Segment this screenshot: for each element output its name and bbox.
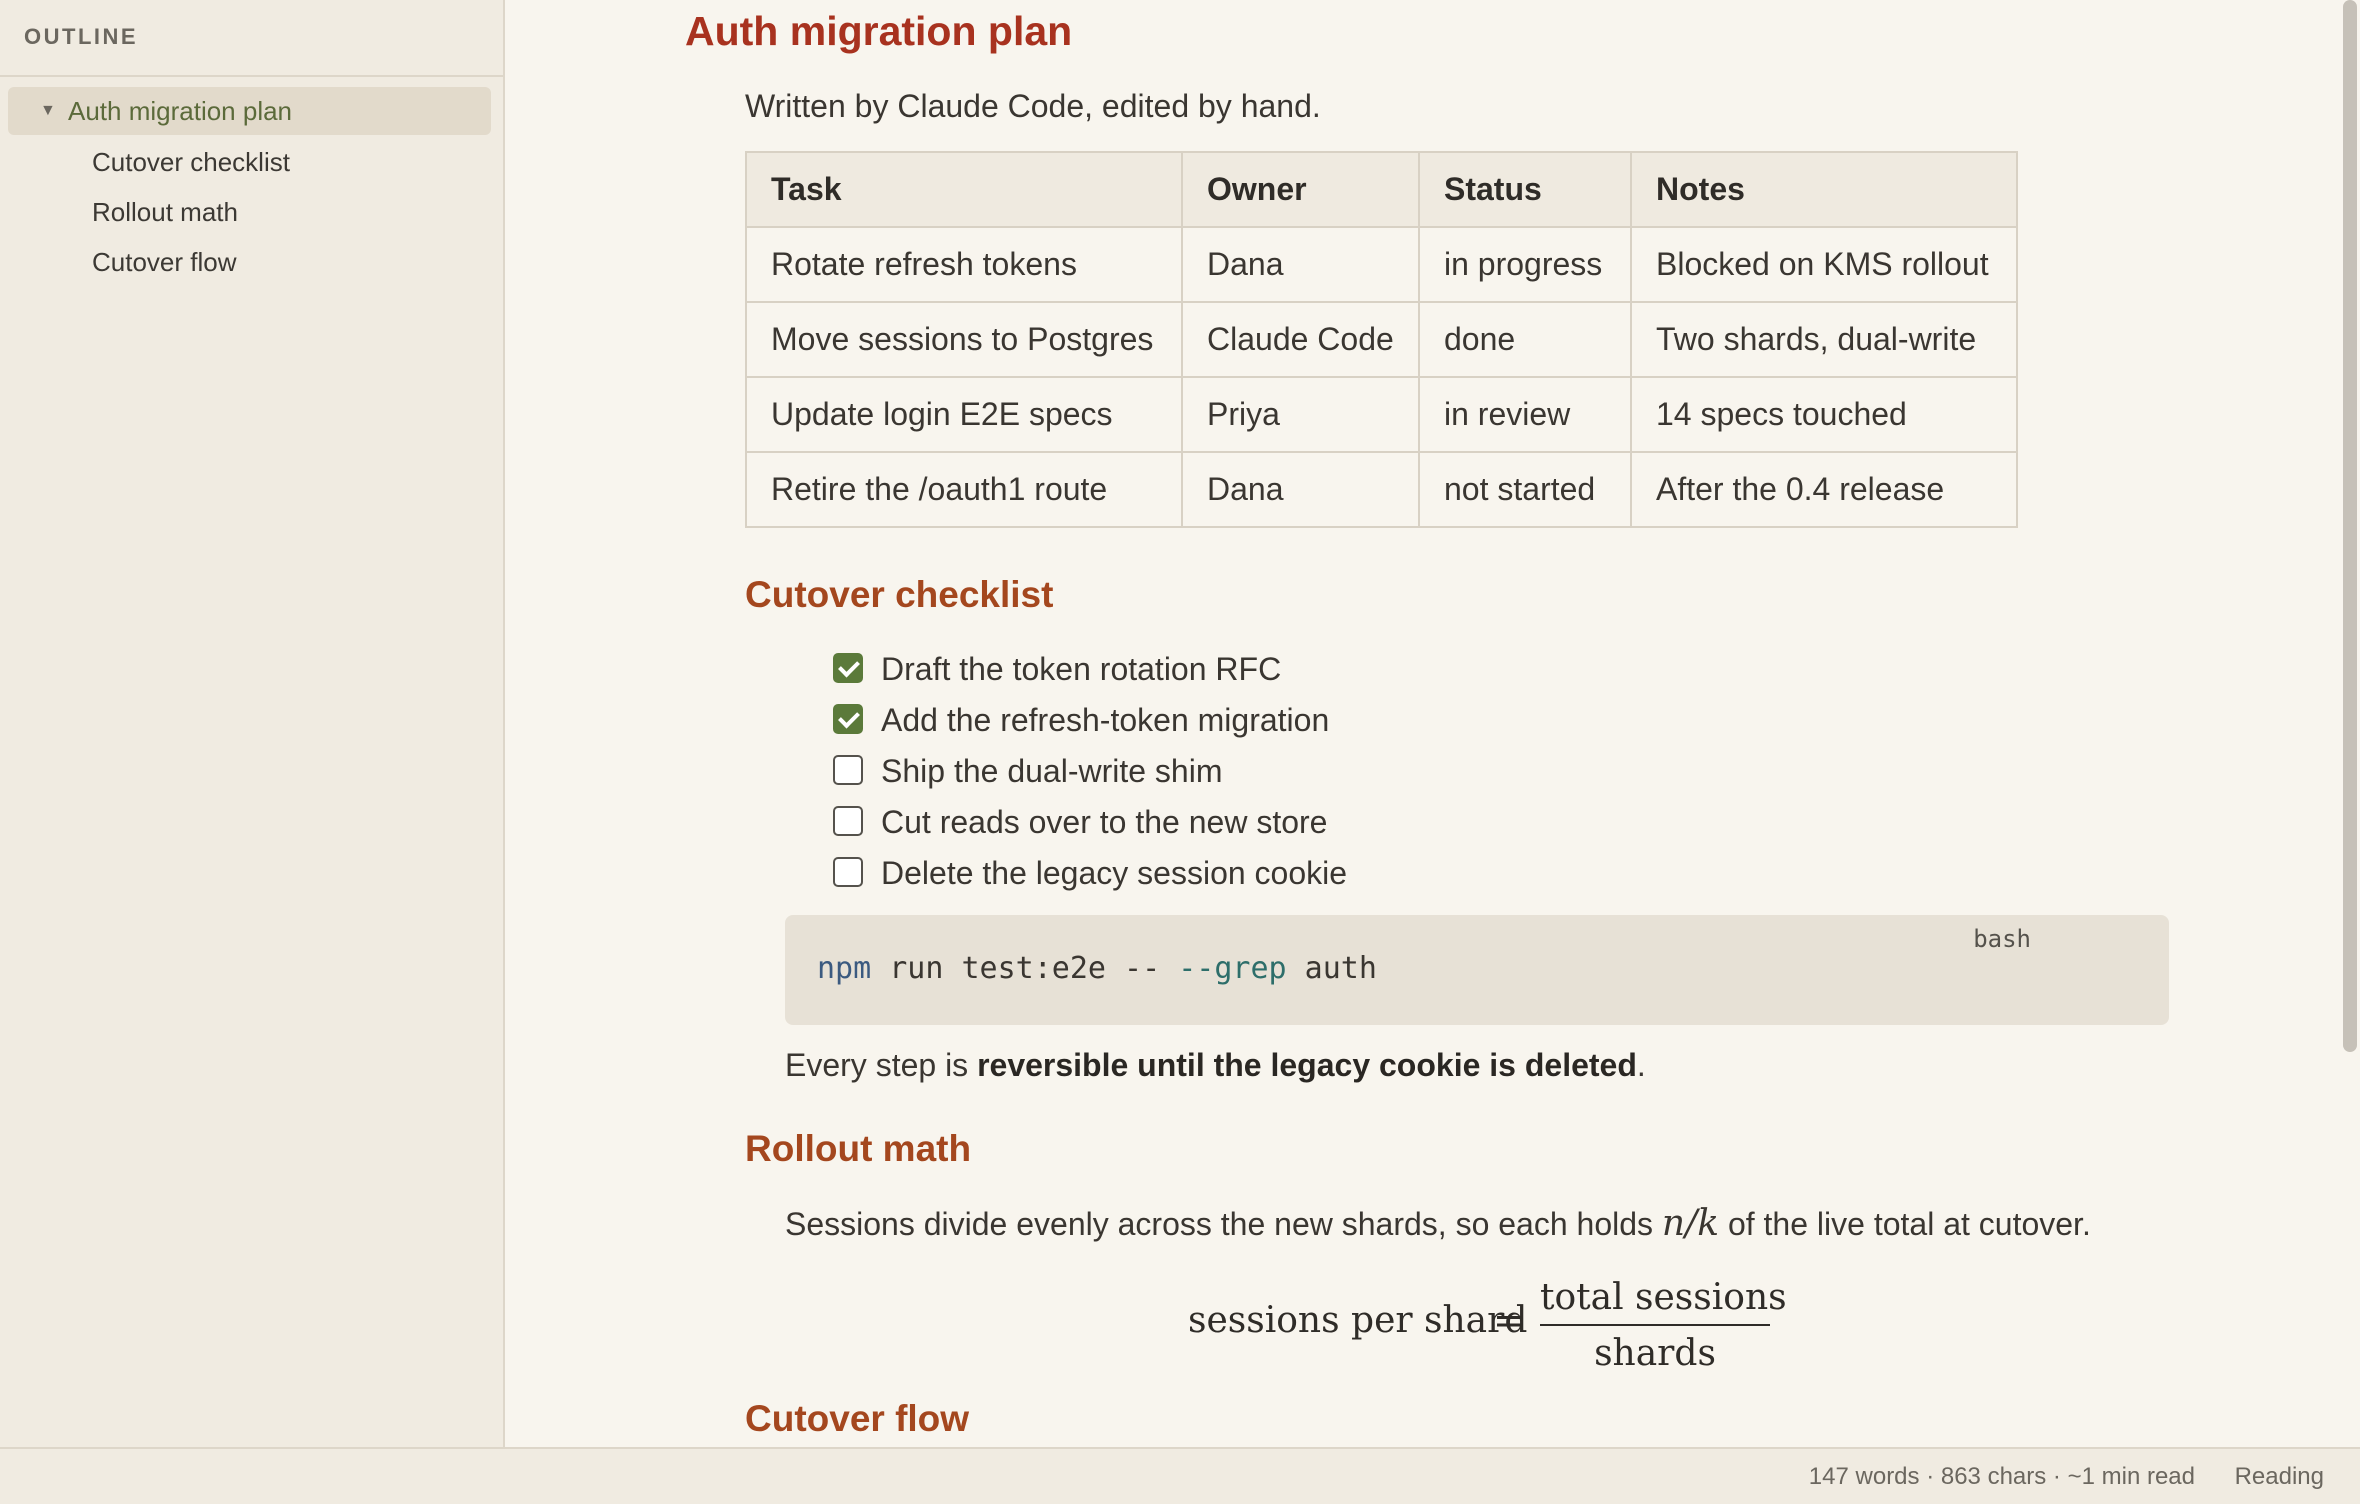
reversible-paragraph: Every step is reversible until the legac… <box>785 1047 1646 1084</box>
checkbox[interactable] <box>833 806 863 836</box>
checklist-item-label: Delete the legacy session cookie <box>881 855 1348 891</box>
equation-fraction: total sessions shards <box>1540 1275 1787 1377</box>
table-row: Rotate refresh tokens Dana in progress B… <box>745 226 2018 303</box>
heading-cutover-checklist: Cutover checklist <box>745 574 1054 615</box>
paragraph-text: . <box>1636 1047 1646 1083</box>
code-args: run test:e2e -- <box>871 951 1179 986</box>
code-args: auth <box>1286 951 1377 986</box>
table-cell: not started <box>1418 451 1632 528</box>
table-header-cell: Status <box>1418 151 1632 228</box>
code-line: npm run test:e2e -- --grep auth <box>817 951 1377 986</box>
table-header-cell: Notes <box>1630 151 2018 228</box>
table-cell: done <box>1418 301 1632 378</box>
code-block[interactable]: bash npm run test:e2e -- --grep auth <box>785 915 2169 1025</box>
caret-down-icon[interactable]: ▼ <box>40 87 56 135</box>
outline-item-label: Rollout math <box>92 197 238 227</box>
outline-item-label: Cutover checklist <box>92 147 290 177</box>
sidebar-divider <box>0 75 503 77</box>
paragraph-text: Sessions divide evenly across the new sh… <box>785 1206 1662 1242</box>
document-subtitle: Written by Claude Code, edited by hand. <box>745 88 1321 124</box>
heading-cutover-flow: Cutover flow <box>745 1398 970 1439</box>
table-cell: Rotate refresh tokens <box>745 226 1183 303</box>
equals-sign: = <box>1493 1298 1525 1342</box>
table-cell: in progress <box>1418 226 1632 303</box>
equation-lhs: sessions per shard <box>1188 1300 1528 1341</box>
table-cell: Priya <box>1181 376 1420 453</box>
document-title: Auth migration plan <box>685 8 1073 54</box>
table-header-cell: Task <box>745 151 1183 228</box>
outline-item-label: Auth migration plan <box>68 96 293 126</box>
checkbox[interactable] <box>833 857 863 887</box>
outline-item-auth-migration-plan[interactable]: ▼ Auth migration plan <box>8 87 491 135</box>
paragraph-text: Every step is <box>785 1047 978 1083</box>
fraction-numerator: total sessions <box>1540 1277 1787 1318</box>
outline-sidebar: OUTLINE ▼ Auth migration plan Cutover ch… <box>0 0 505 1447</box>
status-bar: 147 words · 863 chars · ~1 min read Read… <box>0 1447 2360 1504</box>
code-command: npm <box>817 951 872 986</box>
checkbox[interactable] <box>833 653 863 683</box>
table-row: Update login E2E specs Priya in review 1… <box>745 376 2018 453</box>
table-cell: in review <box>1418 376 1632 453</box>
checklist-item-label: Cut reads over to the new store <box>881 804 1328 840</box>
table-cell: Blocked on KMS rollout <box>1630 226 2018 303</box>
fraction-denominator: shards <box>1594 1333 1716 1374</box>
table-cell: After the 0.4 release <box>1630 451 2018 528</box>
checkbox[interactable] <box>833 704 863 734</box>
paragraph-bold-text: reversible until the legacy cookie is de… <box>977 1047 1637 1083</box>
table-header-cell: Owner <box>1181 151 1420 228</box>
checklist-item-label: Add the refresh-token migration <box>881 702 1330 738</box>
view-mode-toggle[interactable]: Reading <box>2235 1463 2324 1491</box>
table-cell: Retire the /oauth1 route <box>745 451 1183 528</box>
table-cell: Claude Code <box>1181 301 1420 378</box>
table-row: Move sessions to Postgres Claude Code do… <box>745 301 2018 378</box>
table-cell: Dana <box>1181 451 1420 528</box>
fraction-bar <box>1540 1324 1770 1326</box>
inline-math: n/k <box>1661 1203 1720 1244</box>
outline-item-rollout-math[interactable]: Rollout math <box>8 188 491 236</box>
checkbox[interactable] <box>833 755 863 785</box>
table-row: Retire the /oauth1 route Dana not starte… <box>745 451 2018 528</box>
code-language-label: bash <box>1973 925 2031 953</box>
table-cell: Dana <box>1181 226 1420 303</box>
checklist-item-label: Draft the token rotation RFC <box>881 651 1282 687</box>
outline-item-label: Cutover flow <box>92 247 237 277</box>
outline-item-cutover-flow[interactable]: Cutover flow <box>8 238 491 286</box>
table-cell: Update login E2E specs <box>745 376 1183 453</box>
outline-item-cutover-checklist[interactable]: Cutover checklist <box>8 138 491 186</box>
scrollbar-thumb[interactable] <box>2343 0 2357 1052</box>
heading-rollout-math: Rollout math <box>745 1128 972 1169</box>
table-cell: 14 specs touched <box>1630 376 2018 453</box>
checklist-item-label: Ship the dual-write shim <box>881 753 1223 789</box>
table-cell: Two shards, dual-write <box>1630 301 2018 378</box>
document-stats: 147 words · 863 chars · ~1 min read <box>1808 1463 2195 1490</box>
table-header-row: Task Owner Status Notes <box>745 151 2018 228</box>
outline-title: OUTLINE <box>24 24 139 49</box>
rollout-paragraph: Sessions divide evenly across the new sh… <box>785 1203 2091 1244</box>
task-table: Task Owner Status Notes Rotate refresh t… <box>745 151 2018 528</box>
code-flag: --grep <box>1178 951 1287 986</box>
table-cell: Move sessions to Postgres <box>745 301 1183 378</box>
paragraph-text: of the live total at cutover. <box>1719 1206 2091 1242</box>
